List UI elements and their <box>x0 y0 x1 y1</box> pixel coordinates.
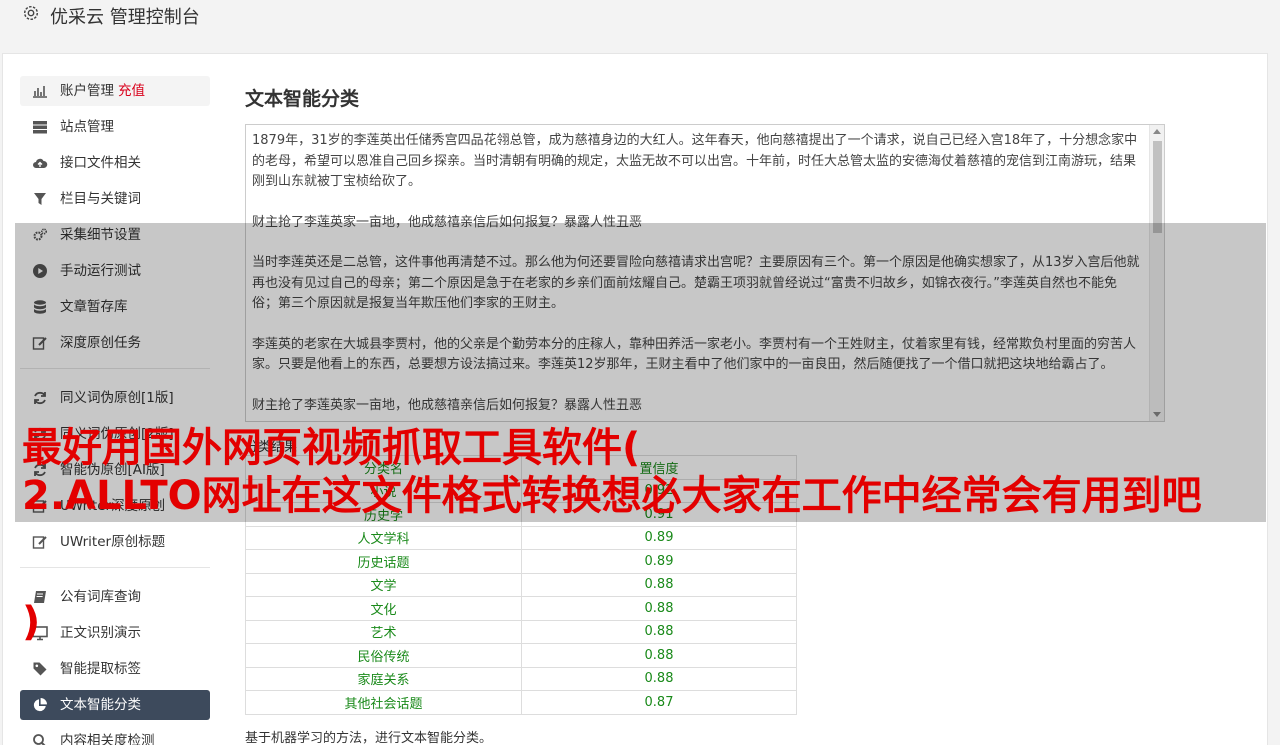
sidebar-item-label: 栏目与关键词 <box>60 191 141 207</box>
category-cell: 文化 <box>245 596 522 621</box>
tag-icon <box>33 662 47 676</box>
sidebar-item-text-classification[interactable]: 文本智能分类 <box>20 690 210 720</box>
confidence-cell: 0.88 <box>521 572 797 597</box>
category-cell: 历史话题 <box>245 549 522 574</box>
sidebar-item-uwriter-title[interactable]: UWriter原创标题 <box>20 527 210 557</box>
category-cell: 人文学科 <box>245 525 522 550</box>
table-row: 文化 0.88 <box>245 596 797 621</box>
cloud-upload-icon <box>33 158 48 168</box>
confidence-cell: 0.89 <box>521 525 797 550</box>
sidebar-item-account[interactable]: 账户管理 充值 <box>20 76 210 106</box>
category-cell: 民俗传统 <box>245 643 522 668</box>
gear-icon <box>23 5 39 21</box>
table-row: 艺术 0.88 <box>245 619 797 644</box>
sidebar-item-label: 文本智能分类 <box>60 697 141 713</box>
confidence-cell: 0.88 <box>521 619 797 644</box>
table-row: 文学 0.88 <box>245 572 797 597</box>
sidebar-item-sites[interactable]: 站点管理 <box>20 112 210 142</box>
sidebar-item-tag-extraction[interactable]: 智能提取标签 <box>20 654 210 684</box>
main-content: 文本智能分类 1879年，31岁的李莲英出任储秀宫四品花翎总管，成为慈禧身边的大… <box>245 84 1165 745</box>
confidence-cell: 0.88 <box>521 643 797 668</box>
edit-icon <box>32 536 47 549</box>
category-cell: 其他社会话题 <box>245 690 522 715</box>
table-row: 其他社会话题 0.87 <box>245 690 797 715</box>
table-row: 人文学科 0.89 <box>245 525 797 550</box>
confidence-cell: 0.87 <box>521 690 797 715</box>
overlay-banner-text: 最好用国外网页视频抓取工具软件( 2.ALLTO网址在这文件格式转换想必大家在工… <box>22 424 1272 645</box>
bar-chart-icon <box>33 86 47 98</box>
search-icon <box>33 734 46 745</box>
recharge-link[interactable]: 充值 <box>118 83 145 99</box>
sidebar-item-label: UWriter原创标题 <box>60 534 166 550</box>
sidebar-item-label: 账户管理 <box>60 83 114 99</box>
text-paragraph: 1879年，31岁的李莲英出任储秀宫四品花翎总管，成为慈禧身边的大红人。这年春天… <box>252 133 1138 189</box>
sidebar-divider <box>20 567 210 568</box>
page-title: 文本智能分类 <box>245 88 360 110</box>
top-bar: 优采云 管理控制台 <box>0 0 1280 32</box>
sidebar-item-columns-keywords[interactable]: 栏目与关键词 <box>20 184 210 214</box>
sidebar-item-label: 站点管理 <box>60 119 114 135</box>
overlay-line-1: 最好用国外网页视频抓取工具软件( <box>22 425 641 471</box>
category-cell: 艺术 <box>245 619 522 644</box>
category-cell: 家庭关系 <box>245 666 522 691</box>
pie-chart-icon <box>33 698 47 712</box>
sidebar-item-label: 公有词库查询 <box>60 589 141 605</box>
overlay-line-3: ) <box>22 599 41 645</box>
sidebar-item-relevance-check[interactable]: 内容相关度检测 <box>20 726 210 745</box>
sidebar-item-label: 正文识别演示 <box>60 625 141 641</box>
sidebar-item-label: 智能提取标签 <box>60 661 141 677</box>
confidence-cell: 0.89 <box>521 549 797 574</box>
overlay-line-2: 2.ALLTO网址在这文件格式转换想必大家在工作中经常会有用到吧 <box>22 473 1202 519</box>
table-row: 民俗传统 0.88 <box>245 643 797 668</box>
app-title: 优采云 管理控制台 <box>50 7 200 28</box>
sidebar-item-label: 内容相关度检测 <box>60 733 155 745</box>
filter-icon <box>34 193 46 205</box>
scrollbar-thumb[interactable] <box>1153 141 1162 233</box>
sidebar-item-interface-files[interactable]: 接口文件相关 <box>20 148 210 178</box>
table-row: 历史话题 0.89 <box>245 549 797 574</box>
category-cell: 文学 <box>245 572 522 597</box>
method-footnote: 基于机器学习的方法，进行文本智能分类。 <box>245 731 493 745</box>
sidebar-item-text-recognition[interactable]: 正文识别演示 <box>20 618 210 648</box>
scroll-up-arrow-icon[interactable] <box>1153 129 1161 134</box>
sidebar-item-public-lexicon[interactable]: 公有词库查询 <box>20 582 210 612</box>
confidence-cell: 0.88 <box>521 596 797 621</box>
confidence-cell: 0.88 <box>521 666 797 691</box>
sidebar-item-label: 接口文件相关 <box>60 155 141 171</box>
table-row: 家庭关系 0.88 <box>245 666 797 691</box>
server-icon <box>33 121 47 134</box>
